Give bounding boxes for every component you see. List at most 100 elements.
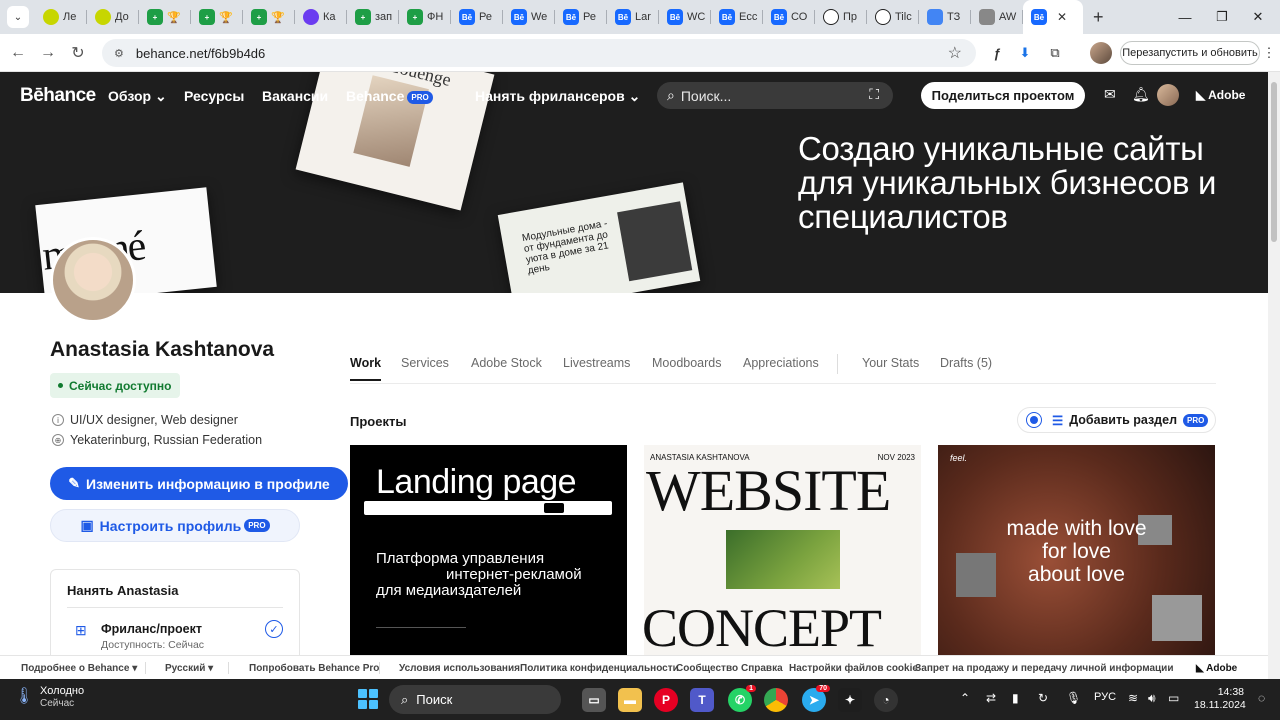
whatsapp-icon[interactable]: ✆ 1: [728, 685, 756, 712]
tab-moodboards[interactable]: Moodboards: [652, 356, 722, 370]
extensions-puzzle-icon[interactable]: ⧉: [1044, 42, 1066, 64]
browser-tab[interactable]: Bē We: [503, 0, 555, 34]
browser-tab[interactable]: + зап: [347, 0, 399, 34]
behance-logo[interactable]: Bēhance: [20, 85, 96, 107]
reload-button[interactable]: ↻: [63, 43, 93, 63]
add-section-button[interactable]: ☰ Добавить раздел PRO: [1017, 407, 1216, 433]
search-input[interactable]: [680, 87, 851, 104]
edit-profile-button[interactable]: ✎ Изменить информацию в профиле: [50, 467, 348, 500]
footer-privacy-link[interactable]: Политика конфиденциальности: [520, 663, 679, 674]
app-icon[interactable]: ◔: [874, 688, 898, 712]
browser-tab[interactable]: + 🏆: [243, 0, 295, 34]
telegram-icon[interactable]: ➤ 70: [802, 685, 830, 712]
customize-profile-button[interactable]: ▣ Настроить профиль PRO: [50, 509, 300, 542]
formula-extension-icon[interactable]: ƒ: [986, 42, 1008, 64]
tab-appreciations[interactable]: Appreciations: [743, 356, 819, 370]
footer-cookies-link[interactable]: Настройки файлов cookie: [789, 663, 918, 674]
task-view-icon[interactable]: ▭: [582, 688, 606, 712]
adobe-link[interactable]: ◣ Adobe: [1196, 88, 1245, 102]
nav-explore[interactable]: Обзор ⌄: [108, 88, 167, 105]
browser-tab[interactable]: Bē Lar: [607, 0, 659, 34]
check-icon[interactable]: ✓: [265, 620, 283, 638]
chrome-icon[interactable]: [764, 688, 788, 712]
footer-try-pro-link[interactable]: Попробовать Behance Pro: [249, 663, 379, 674]
browser-tab[interactable]: Ка: [295, 0, 347, 34]
footer-no-sell-link[interactable]: Запрет на продажу и передачу личной инфо…: [915, 663, 1173, 674]
scrollbar-thumb[interactable]: [1271, 82, 1277, 242]
tab-drafts[interactable]: Drafts (5): [940, 356, 992, 370]
browser-tab[interactable]: Bē WC: [659, 0, 711, 34]
nav-resources[interactable]: Ресурсы: [184, 88, 244, 104]
input-language[interactable]: РУС: [1094, 691, 1116, 703]
windows-start-icon[interactable]: [358, 689, 378, 709]
browser-menu-icon[interactable]: ⋮: [1258, 42, 1280, 64]
forward-button[interactable]: →: [33, 44, 63, 62]
volume-icon[interactable]: 🔊︎: [1148, 691, 1156, 706]
browser-tab[interactable]: + ФН: [399, 0, 451, 34]
project-card-landing-page[interactable]: Landing page Платформа управления интерн…: [350, 445, 627, 655]
pinterest-icon[interactable]: P: [654, 688, 678, 712]
footer-help-link[interactable]: Справка: [741, 663, 783, 674]
weather-widget[interactable]: 🌡︎ Холодно Сейчас: [14, 685, 84, 709]
tab-adobe-stock[interactable]: Adobe Stock: [471, 356, 542, 370]
footer-more-link[interactable]: Подробнее о Behance ▾: [21, 663, 137, 674]
tab-livestreams[interactable]: Livestreams: [563, 356, 630, 370]
nav-jobs[interactable]: Вакансии: [262, 88, 328, 104]
site-info-icon[interactable]: ⚙: [114, 47, 124, 60]
browser-tab[interactable]: Bē Ре: [555, 0, 607, 34]
browser-tab[interactable]: До: [87, 0, 139, 34]
close-window-button[interactable]: ✕: [1236, 0, 1280, 34]
browser-tab[interactable]: Bē СО: [763, 0, 815, 34]
hire-option-freelance[interactable]: Фриланс/проект: [101, 622, 202, 636]
browser-tab[interactable]: Bē Ecc: [711, 0, 763, 34]
page-scrollbar[interactable]: [1268, 72, 1280, 655]
image-search-icon[interactable]: ⛶: [869, 86, 879, 103]
browser-tab[interactable]: AW: [971, 0, 1023, 34]
tab-search-button[interactable]: ⌄: [7, 6, 29, 28]
wifi-icon[interactable]: ≋: [1128, 691, 1138, 705]
project-card-feel[interactable]: feel. made with love for love about love: [938, 445, 1215, 655]
profile-avatar[interactable]: [50, 237, 136, 323]
tray-meter-icon[interactable]: ▮: [1012, 691, 1019, 705]
messages-icon[interactable]: ✉: [1104, 86, 1116, 103]
tab-services[interactable]: Services: [401, 356, 449, 370]
close-tab-icon[interactable]: ✕: [1057, 10, 1067, 24]
teams-icon[interactable]: T: [690, 688, 714, 712]
browser-tab[interactable]: ТЗ: [919, 0, 971, 34]
notification-icon[interactable]: ◌: [1258, 691, 1265, 705]
browser-tab-active[interactable]: Bē ✕: [1023, 0, 1083, 34]
browser-tab[interactable]: Tilc: [867, 0, 919, 34]
browser-tab[interactable]: Ле: [35, 0, 87, 34]
share-project-button[interactable]: Поделиться проектом: [921, 82, 1085, 109]
microphone-icon[interactable]: 🎙︎: [1066, 691, 1081, 705]
taskbar-clock[interactable]: 14:38 18.11.2024: [1194, 686, 1246, 712]
nav-behance-pro[interactable]: Behance PRO: [346, 88, 433, 104]
tab-work[interactable]: Work: [350, 356, 382, 381]
notifications-bell-icon[interactable]: 🔔︎: [1132, 86, 1150, 103]
browser-tab[interactable]: + 🏆: [191, 0, 243, 34]
browser-tab[interactable]: Bē Ре: [451, 0, 503, 34]
project-card-website-concept[interactable]: ANASTASIA KASHTANOVA NOV 2023 WEBSITE CON…: [644, 445, 921, 655]
browser-tab[interactable]: Пр: [815, 0, 867, 34]
figma-icon[interactable]: ✦: [838, 688, 862, 712]
back-button[interactable]: ←: [3, 44, 33, 62]
tray-sync-icon[interactable]: ↻: [1038, 691, 1048, 705]
file-explorer-icon[interactable]: ▬: [618, 688, 642, 712]
footer-community-link[interactable]: Сообщество: [676, 663, 738, 674]
browser-profile-avatar[interactable]: [1090, 42, 1112, 64]
bookmark-star-icon[interactable]: ☆: [948, 43, 962, 63]
tray-chevron-icon[interactable]: ⌃: [960, 691, 970, 705]
tab-your-stats[interactable]: Your Stats: [862, 356, 919, 370]
taskbar-search[interactable]: ⌕ Поиск: [389, 685, 561, 714]
footer-terms-link[interactable]: Условия использования: [399, 663, 520, 674]
footer-language-select[interactable]: Русский ▾: [165, 663, 213, 674]
nav-hire-freelancers[interactable]: Нанять фрилансеров ⌄: [475, 88, 640, 105]
download-extension-icon[interactable]: ⬇: [1014, 42, 1036, 64]
tray-app-icon[interactable]: ⇄: [986, 691, 996, 705]
browser-tab[interactable]: + 🏆: [139, 0, 191, 34]
battery-icon[interactable]: ▭: [1168, 691, 1179, 705]
restart-update-button[interactable]: Перезапустить и обновить: [1120, 41, 1260, 65]
footer-adobe-link[interactable]: ◣ Adobe: [1196, 663, 1237, 674]
user-avatar[interactable]: [1157, 84, 1179, 106]
address-bar[interactable]: ⚙ behance.net/f6b9b4d6 ☆: [102, 39, 976, 67]
